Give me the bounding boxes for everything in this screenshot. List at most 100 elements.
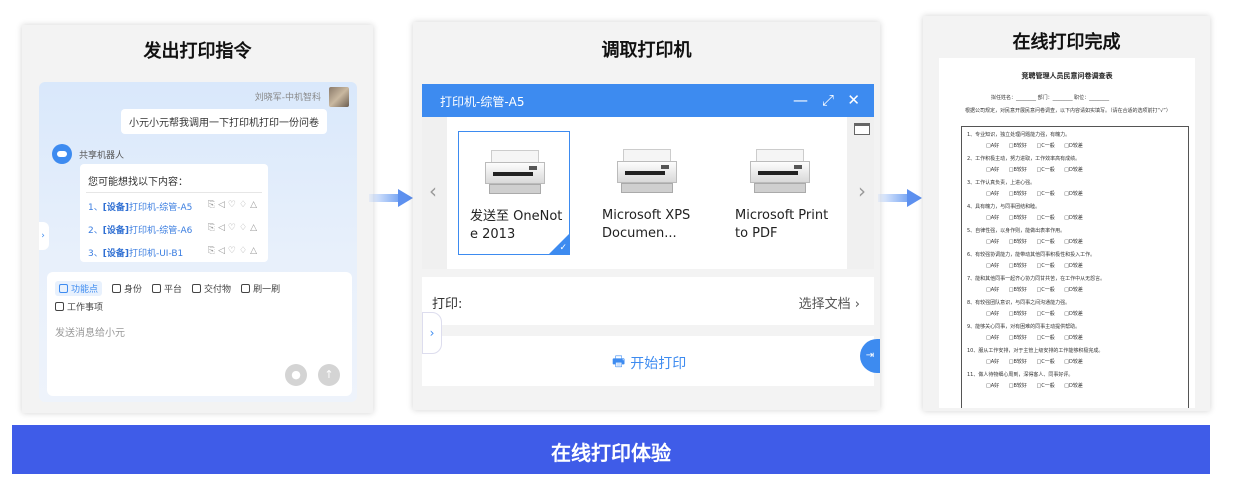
expand-sidebar-button[interactable]: › [39,222,49,250]
printer-icon: 🖶 [612,354,626,370]
tool-label: 交付物 [204,285,232,295]
tool-label: 身份 [124,285,143,295]
feedback-icons[interactable]: ⎘◁♡♢△ [208,246,260,256]
stage: 发出打印指令 刘晓军-中机智科 小元小元帮我调用一下打印机打印一份问卷 共享机器… [0,0,1233,497]
bot-avatar [52,144,72,164]
tool-label: 刷一刷 [253,285,281,295]
composer: 功能点 身份 平台 交付物 刷一刷 工作事项 发送消息给小元 ● ↑ [47,272,352,396]
window-title: 打印机-综管-A5 [440,95,525,109]
chevron-right-icon[interactable]: › [858,179,866,203]
option-tag: [设备] [102,203,129,213]
doc-options: □A好 □B较好 □C一般 □D较差 [986,191,1083,197]
doc-question: 2、工作积极主动，努力进取，工作效率高有成绩。 [967,156,1081,162]
option-prefix: 1、 [88,203,103,213]
chat-window: 刘晓军-中机智科 小元小元帮我调用一下打印机打印一份问卷 共享机器人 您可能想找… [39,82,357,402]
panel-call-printer: 调取打印机 打印机-综管-A5 — ⤢ ✕ ‹ 发送至 OneNote 2013… [413,22,880,410]
option-prefix: 3、 [88,249,103,259]
feedback-icons[interactable]: ⎘◁♡♢△ [208,223,260,233]
printer-name: Microsoft Print to PDF [735,208,829,241]
user-name: 刘晓军-中机智科 [254,93,321,103]
printer-name: Microsoft XPS Documen... [602,208,691,241]
layers-icon [192,284,202,293]
minimize-icon[interactable]: — [793,90,808,110]
printer-list: ‹ 发送至 OneNote 2013 ✓ Microsoft XPS Docum… [422,117,874,269]
arrow-icon [878,189,922,207]
doc-options: □A好 □B较好 □C一般 □D较差 [986,311,1083,317]
tool-row: 工作事项 [55,300,103,313]
tool-platform[interactable]: 平台 [152,281,182,296]
doc-options: □A好 □B较好 □C一般 □D较差 [986,383,1083,389]
mic-button[interactable]: ● [285,364,307,386]
doc-question: 9、能够关心同事，对有困难的同事主动提供帮助。 [967,324,1081,330]
refresh-icon [241,284,251,293]
doc-intro: 根据公司规定，对民意开展民意问卷调查，以下内容请如实填写。（请在合适的选项前打“… [965,108,1171,114]
printer-card[interactable]: Microsoft XPS Documen... [591,131,703,255]
id-icon [112,284,122,293]
option-text: 打印机-综管-A5 [128,203,193,213]
option-link[interactable]: 2、[设备]打印机-综管-A6 [88,223,192,236]
send-button[interactable]: ↑ [318,364,340,386]
bot-name: 共享机器人 [79,151,125,161]
panel-print-complete: 在线打印完成 竞聘管理人员民意问卷调查表 拟任姓名：________ 部门：__… [923,16,1210,411]
chevron-left-icon[interactable]: ‹ [429,179,437,203]
close-icon[interactable]: ✕ [847,90,860,110]
doc-question: 1、专业知识，独立处理问题能力强，有魄力。 [967,132,1071,138]
printer-card[interactable]: 发送至 OneNote 2013 ✓ [458,131,570,255]
doc-options: □A好 □B较好 □C一般 □D较差 [986,287,1083,293]
doc-meta: 拟任姓名：________ 部门：________ 职位：________ [991,95,1110,101]
printer-card[interactable]: Microsoft Print to PDF [724,131,836,255]
user-message: 小元小元帮我调用一下打印机打印一份问卷 [121,109,327,134]
doc-options: □A好 □B较好 □C一般 □D较差 [986,263,1083,269]
window-titlebar: 打印机-综管-A5 — ⤢ ✕ [422,84,874,117]
doc-question: 11、做人待物细心周到，深得客人、同事好评。 [967,372,1074,378]
tool-label: 功能点 [71,285,99,295]
doc-options: □A好 □B较好 □C一般 □D较差 [986,167,1083,173]
doc-options: □A好 □B较好 □C一般 □D较差 [986,143,1083,149]
doc-options: □A好 □B较好 □C一般 □D较差 [986,215,1083,221]
print-select-row[interactable]: 打印: 选择文档 › [422,277,874,325]
doc-question: 10、服从工作安排，对于主管上级安排的工作能够积极完成。 [967,348,1104,354]
check-icon: ✓ [559,243,567,253]
panel-title: 发出打印指令 [143,41,252,62]
option-link[interactable]: 1、[设备]打印机-综管-A5 [88,200,192,213]
select-document-label: 选择文档 [798,297,851,312]
tool-identity[interactable]: 身份 [112,281,142,296]
list-icon [55,302,64,311]
expand-sidebar-button[interactable]: › [422,312,442,354]
feedback-icons[interactable]: ⎘◁♡♢△ [208,200,260,210]
message-input[interactable]: 发送消息给小元 [55,324,125,339]
window-view-icon[interactable] [854,123,870,135]
tool-label: 工作事项 [67,303,104,313]
printer-icon [617,149,677,199]
start-print-button[interactable]: 🖶 开始打印 [612,351,686,375]
banner-title: 在线打印体验 [551,441,671,465]
doc-questions: 1、专业知识，独立处理问题能力强，有魄力。 □A好 □B较好 □C一般 □D较差… [961,126,1189,408]
panel-title: 调取打印机 [601,40,692,61]
doc-question: 6、有较强协调能力，能带动其他同事积极性和投入工作。 [967,252,1096,258]
option-link[interactable]: 3、[设备]打印机-UI-B1 [88,246,183,259]
select-document[interactable]: 选择文档 › [799,293,860,312]
doc-question: 5、自律性强，以身作则，能做出表率作用。 [967,228,1066,234]
start-print-label: 开始打印 [630,356,687,372]
tool-deliverable[interactable]: 交付物 [192,281,231,296]
option-tag: [设备] [102,226,129,236]
grid-icon [59,284,68,293]
doc-question: 4、具有魄力，与同事团结和睦。 [967,204,1041,210]
arrow-icon [369,189,413,207]
tool-function-point[interactable]: 功能点 [55,281,103,296]
platform-icon [152,284,162,293]
doc-options: □A好 □B较好 □C一般 □D较差 [986,335,1083,341]
option-tag: [设备] [102,249,129,259]
doc-options: □A好 □B较好 □C一般 □D较差 [986,359,1083,365]
bot-reply-card: 您可能想找以下内容： 1、[设备]打印机-综管-A5 ⎘◁♡♢△ 2、[设备]打… [80,164,268,262]
doc-question: 3、工作认真负责，上进心强。 [967,180,1036,186]
panel-title: 在线打印完成 [1012,32,1121,53]
printed-document: 竞聘管理人员民意问卷调查表 拟任姓名：________ 部门：________ … [939,58,1195,408]
tool-work-items[interactable]: 工作事项 [55,300,103,313]
tool-refresh[interactable]: 刷一刷 [241,281,280,296]
maximize-icon[interactable]: ⤢ [822,90,834,110]
printer-area: 发送至 OneNote 2013 ✓ Microsoft XPS Documen… [447,117,847,269]
option-text: 打印机-综管-A6 [128,226,193,236]
bottom-banner: 在线打印体验 [12,425,1210,474]
option-text: 打印机-UI-B1 [128,249,184,259]
